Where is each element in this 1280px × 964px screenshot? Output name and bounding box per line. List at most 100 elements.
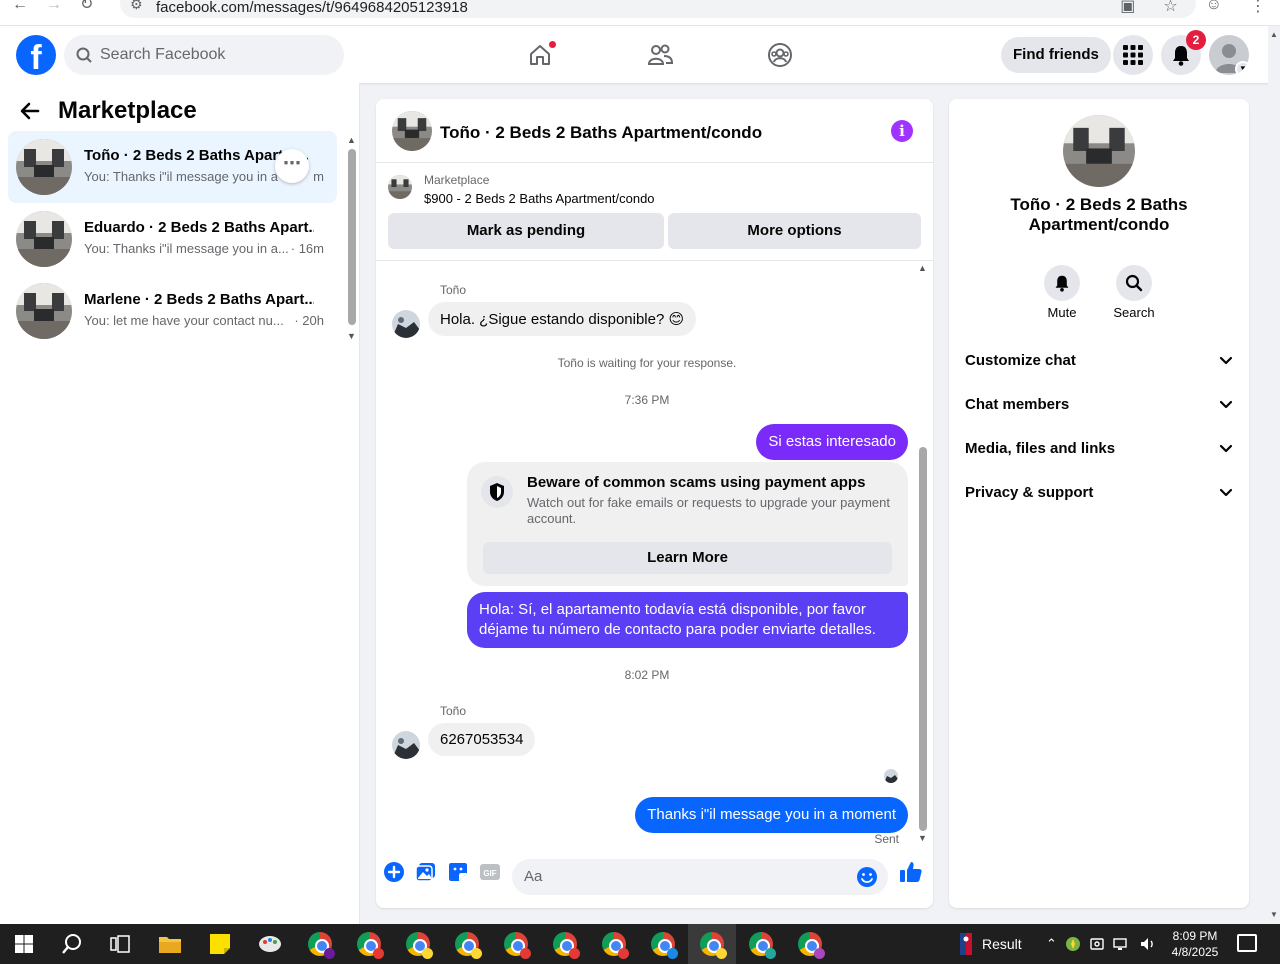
chat-members-section[interactable]: Chat members xyxy=(965,396,1233,420)
paint-app-button[interactable] xyxy=(246,924,294,964)
menu-button[interactable] xyxy=(1113,35,1153,75)
network-icon[interactable] xyxy=(1113,936,1131,952)
home-tab[interactable] xyxy=(480,26,600,83)
conversation-list-scrollbar[interactable]: ▲ ▼ xyxy=(346,135,356,343)
chrome-icon xyxy=(504,932,531,959)
scrollbar-thumb[interactable] xyxy=(919,447,927,831)
chrome-window-button[interactable] xyxy=(492,924,540,964)
friends-tab[interactable] xyxy=(600,26,720,83)
account-avatar[interactable]: ▼ xyxy=(1209,35,1249,75)
chrome-window-button[interactable] xyxy=(394,924,442,964)
page-scrollbar[interactable]: ▲ ▼ xyxy=(1268,26,1280,924)
bookmark-star-icon[interactable]: ☆ xyxy=(1163,0,1177,16)
privacy-support-section[interactable]: Privacy & support xyxy=(965,484,1233,508)
scroll-down-arrow-icon[interactable]: ▼ xyxy=(918,833,927,843)
info-icon[interactable]: i xyxy=(891,120,913,142)
start-button[interactable] xyxy=(0,924,48,964)
conversation-item[interactable]: Eduardo · 2 Beds 2 Baths Apart... You: T… xyxy=(8,203,337,275)
section-label: Chat members xyxy=(965,396,1070,413)
file-explorer-button[interactable] xyxy=(146,924,194,964)
learn-more-button[interactable]: Learn More xyxy=(483,542,892,574)
chrome-window-button[interactable] xyxy=(590,924,638,964)
chrome-window-button[interactable] xyxy=(296,924,344,964)
chrome-window-button[interactable] xyxy=(443,924,491,964)
taskbar-search-button[interactable] xyxy=(48,924,96,964)
address-bar[interactable]: ⚙ facebook.com/messages/t/96496842051239… xyxy=(120,0,1196,18)
media-files-links-section[interactable]: Media, files and links xyxy=(965,440,1233,464)
search-input[interactable]: Search Facebook xyxy=(64,35,344,75)
chrome-window-button[interactable] xyxy=(639,924,687,964)
groups-tab[interactable] xyxy=(720,26,840,83)
outgoing-message[interactable]: Hola: Sí, el apartamento todavía está di… xyxy=(467,592,908,648)
back-arrow-icon[interactable]: ← xyxy=(12,0,28,13)
chrome-window-button[interactable] xyxy=(786,924,834,964)
facebook-logo-icon[interactable]: f xyxy=(16,35,56,75)
scroll-up-arrow-icon[interactable]: ▲ xyxy=(918,263,927,273)
search-action[interactable]: Search xyxy=(1104,265,1164,320)
chrome-window-button[interactable] xyxy=(541,924,589,964)
chevron-up-icon[interactable]: ⌃ xyxy=(1046,936,1057,952)
profile-icon[interactable]: ☺ xyxy=(1206,0,1222,16)
menu-kebab-icon[interactable]: ⋮ xyxy=(1250,0,1266,16)
more-options-icon[interactable]: ⋯ xyxy=(275,149,309,183)
mark-as-pending-button[interactable]: Mark as pending xyxy=(388,213,664,249)
attach-photo-button[interactable] xyxy=(414,860,438,884)
sticky-notes-button[interactable] xyxy=(196,924,244,964)
mute-action[interactable]: Mute xyxy=(1032,265,1092,320)
meet-now-icon[interactable] xyxy=(1089,936,1105,952)
scroll-down-arrow-icon[interactable]: ▼ xyxy=(1270,910,1278,919)
listing-price-title[interactable]: $900 - 2 Beds 2 Baths Apartment/condo xyxy=(424,191,655,206)
cast-icon[interactable]: ▣ xyxy=(1120,0,1135,16)
listing-thumbnail xyxy=(16,283,72,339)
chat-title[interactable]: Toño · 2 Beds 2 Baths Apartment/condo xyxy=(440,123,762,143)
action-center-icon[interactable] xyxy=(1237,934,1257,952)
chrome-window-button-active[interactable] xyxy=(688,924,736,964)
scam-warning-body: Watch out for fake emails or requests to… xyxy=(527,495,890,526)
incoming-message[interactable]: 6267053534 xyxy=(428,723,536,756)
volume-icon[interactable] xyxy=(1139,936,1157,952)
search-button[interactable] xyxy=(1116,265,1152,301)
chat-thumbnail[interactable] xyxy=(392,111,432,151)
scroll-up-arrow-icon[interactable]: ▲ xyxy=(1270,30,1278,39)
message-input[interactable]: Aa xyxy=(512,859,888,895)
chrome-window-button[interactable] xyxy=(737,924,785,964)
chat-profile-thumbnail[interactable] xyxy=(1063,115,1135,187)
emoji-icon[interactable] xyxy=(856,866,878,888)
task-view-button[interactable] xyxy=(96,924,144,964)
chrome-window-button[interactable] xyxy=(345,924,393,964)
sent-status: Sent xyxy=(874,832,899,846)
like-button[interactable] xyxy=(898,860,924,884)
system-clock[interactable]: 8:09 PM 4/8/2025 xyxy=(1168,928,1222,960)
sticker-button[interactable] xyxy=(446,860,470,884)
contact-avatar[interactable] xyxy=(392,310,420,338)
contact-avatar[interactable] xyxy=(392,731,420,759)
outgoing-message[interactable]: Si estas interesado xyxy=(756,424,908,460)
conversation-item[interactable]: Marlene · 2 Beds 2 Baths Apart... You: l… xyxy=(8,275,337,347)
news-widget[interactable]: Result xyxy=(960,924,1022,964)
scroll-up-arrow-icon[interactable]: ▲ xyxy=(347,135,356,145)
forward-arrow-icon[interactable]: → xyxy=(46,0,62,13)
incoming-message[interactable]: Hola. ¿Sigue estando disponible? 😊 xyxy=(428,302,697,336)
site-settings-icon[interactable]: ⚙ xyxy=(130,0,143,13)
reload-icon[interactable]: ↻ xyxy=(80,0,93,13)
listing-thumbnail xyxy=(16,211,72,267)
message-thread-scrollbar[interactable]: ▲ ▼ xyxy=(917,261,929,846)
conversation-item[interactable]: Toño · 2 Beds 2 Baths Apartm... You: Tha… xyxy=(8,131,337,203)
mute-button[interactable] xyxy=(1044,265,1080,301)
more-options-button[interactable]: More options xyxy=(668,213,921,249)
back-arrow-icon[interactable] xyxy=(20,102,40,120)
photo-icon xyxy=(415,863,435,882)
notifications-button[interactable]: 2 xyxy=(1161,30,1206,75)
scrollbar-thumb[interactable] xyxy=(348,149,356,325)
find-friends-button[interactable]: Find friends xyxy=(1001,37,1111,73)
scroll-down-arrow-icon[interactable]: ▼ xyxy=(347,331,356,341)
facebook-top-nav: f Search Facebook Find friends 2 ▼ xyxy=(0,26,1268,83)
timestamp: 8:02 PM xyxy=(624,668,670,682)
customize-chat-section[interactable]: Customize chat xyxy=(965,352,1233,376)
add-action-button[interactable] xyxy=(382,860,406,884)
app-tray-icon[interactable] xyxy=(1065,936,1081,952)
gif-button[interactable]: GIF xyxy=(478,860,502,884)
outgoing-message[interactable]: Thanks i"il message you in a moment xyxy=(635,797,908,833)
read-receipt-avatar xyxy=(884,769,898,783)
svg-text:GIF: GIF xyxy=(483,869,496,878)
